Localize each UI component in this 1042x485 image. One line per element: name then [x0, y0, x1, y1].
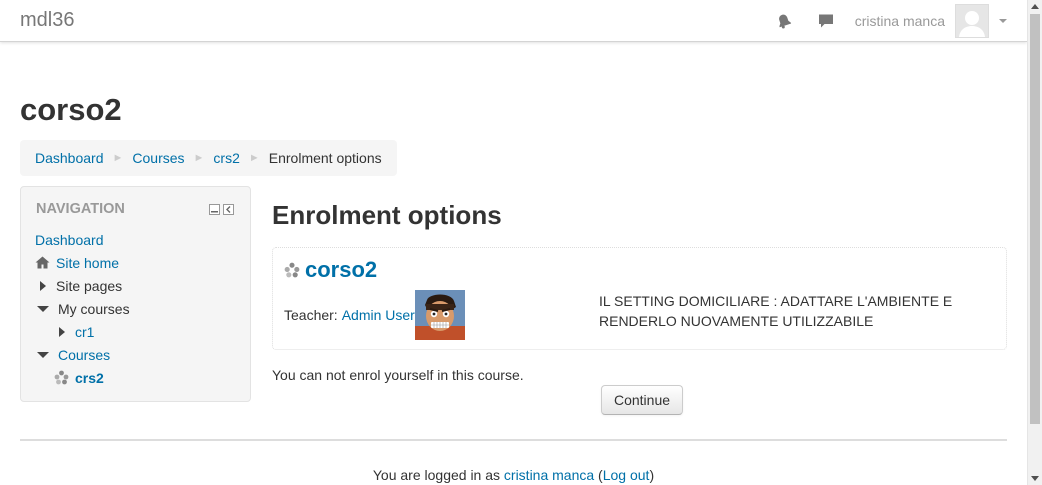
logged-in-user-link[interactable]: cristina manca: [504, 467, 594, 483]
login-info-prefix: You are logged in as: [372, 467, 504, 483]
enrolment-notice: You can not enrol yourself in this cours…: [272, 367, 524, 383]
home-icon: [35, 256, 50, 269]
nav-item-my-courses[interactable]: My courses: [35, 297, 130, 320]
nav-site-home-link[interactable]: Site home: [56, 255, 119, 271]
nav-site-pages-label[interactable]: Site pages: [56, 278, 122, 294]
expand-arrow-icon[interactable]: [59, 326, 65, 337]
navigation-block-title: NAVIGATION: [36, 201, 125, 217]
course-summary: IL SETTING DOMICILIARE : ADATTARE L'AMBI…: [599, 293, 953, 329]
page-title: corso2: [20, 92, 122, 127]
top-navbar: mdl36 cristina manca: [0, 0, 1027, 42]
login-info: You are logged in as cristina manca (Log…: [0, 467, 1027, 483]
nav-courses-link[interactable]: Courses: [58, 347, 110, 363]
nav-item-dashboard: Dashboard: [35, 228, 130, 251]
nav-item-site-pages[interactable]: Site pages: [35, 274, 130, 297]
nav-my-courses-label[interactable]: My courses: [58, 301, 130, 317]
block-controls: [209, 204, 234, 215]
login-info-open-paren: (: [594, 467, 603, 483]
teacher-avatar[interactable]: [414, 290, 465, 340]
course-teacher: Teacher: Admin User: [284, 290, 465, 340]
page-scrollbar[interactable]: [1027, 0, 1042, 485]
enrolment-options-heading: Enrolment options: [272, 200, 502, 230]
collapse-arrow-icon[interactable]: [37, 305, 49, 312]
login-info-close-paren: ): [649, 467, 655, 483]
notifications-icon[interactable]: [763, 0, 805, 42]
course-name-row: corso2: [284, 257, 377, 283]
course-icon: [284, 262, 300, 278]
course-name-link[interactable]: corso2: [305, 257, 377, 283]
teacher-label: Teacher:: [284, 307, 338, 323]
logout-link[interactable]: Log out: [603, 467, 650, 483]
dock-block-icon[interactable]: [223, 204, 234, 215]
messages-icon[interactable]: [805, 0, 847, 42]
breadcrumb: Dashboard ► Courses ► crs2 ► Enrolment o…: [20, 140, 397, 176]
footer-divider: [20, 439, 1007, 441]
nav-item-courses: Courses: [35, 343, 130, 366]
collapse-block-icon[interactable]: [209, 204, 220, 215]
breadcrumb-courses-link[interactable]: Courses: [132, 150, 184, 166]
nav-item-crs2: crs2: [35, 366, 130, 389]
navigation-block: NAVIGATION Dashboard Site home Site page…: [20, 186, 251, 402]
expand-arrow-icon[interactable]: [40, 280, 46, 291]
nav-item-cr1: cr1: [35, 320, 130, 343]
chevron-down-icon[interactable]: [999, 19, 1007, 23]
breadcrumb-current: Enrolment options: [268, 150, 382, 166]
breadcrumb-separator: ►: [248, 152, 260, 164]
course-info-box: corso2 Teacher: Admin User IL SETTING DO…: [272, 247, 1007, 350]
collapse-arrow-icon[interactable]: [37, 351, 49, 358]
breadcrumb-separator: ►: [193, 152, 205, 164]
user-menu-name[interactable]: cristina manca: [855, 13, 945, 29]
nav-item-site-home: Site home: [35, 251, 130, 274]
scrollbar-thumb[interactable]: [1030, 14, 1040, 424]
navbar-user-area: cristina manca: [763, 0, 1007, 42]
continue-button[interactable]: Continue: [601, 385, 683, 415]
teacher-name-link[interactable]: Admin User: [342, 307, 415, 323]
nav-cr1-link[interactable]: cr1: [75, 324, 94, 340]
avatar[interactable]: [955, 4, 989, 38]
nav-dashboard-link[interactable]: Dashboard: [35, 232, 104, 248]
navigation-tree: Dashboard Site home Site pages My course…: [35, 228, 130, 389]
breadcrumb-crs2-link[interactable]: crs2: [213, 150, 239, 166]
scroll-down-arrow-icon[interactable]: [1031, 476, 1039, 481]
scroll-up-arrow-icon[interactable]: [1031, 4, 1039, 9]
nav-crs2-link[interactable]: crs2: [75, 370, 104, 386]
course-icon: [54, 370, 69, 385]
breadcrumb-separator: ►: [112, 152, 124, 164]
breadcrumb-dashboard-link[interactable]: Dashboard: [35, 150, 104, 166]
site-brand-link[interactable]: mdl36: [20, 9, 74, 32]
